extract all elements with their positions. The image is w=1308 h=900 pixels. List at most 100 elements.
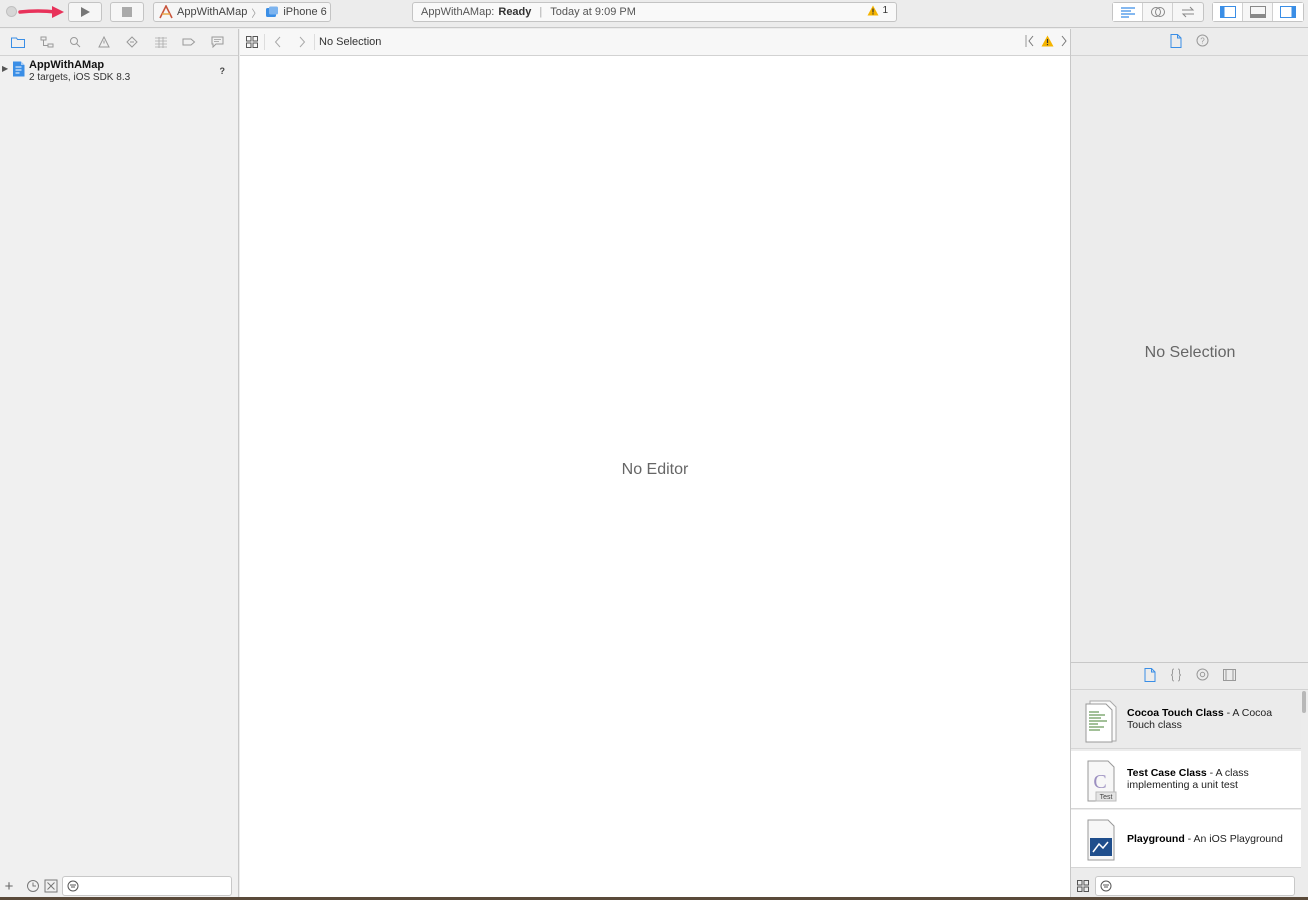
toggle-navigator-button[interactable] <box>1213 3 1243 21</box>
version-editor-button[interactable] <box>1173 3 1203 21</box>
jump-bar-title[interactable]: No Selection <box>319 36 381 48</box>
speech-bubble-icon <box>211 36 224 48</box>
back-button[interactable] <box>264 34 290 50</box>
forward-button[interactable] <box>290 36 314 48</box>
chevron-right-icon: 〉 <box>251 8 262 20</box>
project-file-icon <box>13 61 25 77</box>
grid-view-icon[interactable] <box>1077 880 1089 892</box>
media-library-tab[interactable] <box>1222 668 1236 684</box>
toolbar: AppWithAMap 〉 iPhone 6 AppWithAMap: Read… <box>0 0 1308 28</box>
braces-icon <box>1170 668 1181 681</box>
activity-status-label: Ready <box>498 6 532 18</box>
library-item-title: Playground <box>1127 833 1185 845</box>
quick-help-tab[interactable]: ? <box>1196 34 1209 50</box>
editor-area: No Selection No Editor <box>240 29 1070 900</box>
inspector-tabs: ? <box>1071 29 1308 56</box>
version-editor-icon <box>1181 6 1195 18</box>
library-pane: Cocoa Touch Class - A Cocoa Touch class … <box>1070 662 1308 900</box>
scheme-target-label: AppWithAMap <box>177 6 248 18</box>
breakpoint-icon <box>182 38 196 46</box>
annotation-arrow-icon <box>18 6 64 18</box>
svg-text:?: ? <box>1200 37 1205 46</box>
folder-icon <box>11 37 26 48</box>
debug-navigator-tab[interactable] <box>147 36 176 48</box>
playground-template-icon <box>1087 819 1115 861</box>
test-case-template-icon: C Test <box>1087 760 1117 802</box>
gauge-bars-icon <box>154 37 167 48</box>
navigator-pane: ▶ AppWithAMap 2 targets, iOS SDK 8.3 ? + <box>0 29 239 900</box>
scheme-selector[interactable]: AppWithAMap 〉 iPhone 6 <box>153 2 331 22</box>
activity-app-label: AppWithAMap: <box>421 6 495 18</box>
library-item-playground[interactable]: Playground - An iOS Playground <box>1071 810 1301 868</box>
add-button[interactable]: + <box>2 878 16 895</box>
search-icon <box>70 37 81 48</box>
assistant-editor-button[interactable] <box>1143 3 1173 21</box>
file-inspector-tab[interactable] <box>1170 33 1182 51</box>
warning-icon <box>867 5 879 16</box>
toggle-utilities-button[interactable] <box>1273 3 1303 21</box>
related-items-button[interactable] <box>240 36 264 48</box>
library-item-cocoa-touch-class[interactable]: Cocoa Touch Class - A Cocoa Touch class <box>1071 691 1301 749</box>
bottom-panel-icon <box>1249 6 1266 18</box>
symbol-navigator-tab[interactable] <box>33 36 62 48</box>
help-icon: ? <box>1196 34 1209 47</box>
circle-object-icon <box>1196 668 1208 681</box>
library-item-description: - An iOS Playground <box>1184 833 1283 845</box>
code-snippet-library-tab[interactable] <box>1170 668 1182 685</box>
library-item-text: Test Case Class - A class implementing a… <box>1127 767 1297 791</box>
next-issue-icon[interactable] <box>1060 34 1068 48</box>
jump-bar: No Selection <box>240 29 1070 56</box>
project-navigator-tab[interactable] <box>4 36 33 48</box>
project-name: AppWithAMap <box>29 59 105 71</box>
warning-outline-icon <box>97 36 110 48</box>
previous-issue-icon[interactable] <box>1025 34 1035 48</box>
object-library-tab[interactable] <box>1196 668 1209 684</box>
library-item-title: Test Case Class <box>1127 767 1207 779</box>
library-scrollbar[interactable] <box>1302 691 1306 713</box>
filter-icon <box>1100 880 1112 892</box>
activity-viewer: AppWithAMap: Ready | Today at 9:09 PM 1 <box>412 2 897 22</box>
stop-button[interactable] <box>110 2 144 22</box>
test-navigator-tab[interactable] <box>118 36 147 48</box>
report-navigator-tab[interactable] <box>204 36 233 48</box>
editor-mode-control <box>1112 2 1204 22</box>
warning-icon[interactable] <box>1041 35 1054 47</box>
no-selection-placeholder: No Selection <box>1144 344 1236 361</box>
filter-icon <box>67 880 79 892</box>
scheme-device-label: iPhone 6 <box>283 6 327 18</box>
disclosure-triangle-icon[interactable]: ▶ <box>2 64 8 73</box>
chevron-right-icon <box>299 36 306 48</box>
recent-files-icon[interactable] <box>26 879 40 893</box>
chevron-left-icon <box>274 36 280 48</box>
file-template-library-tab[interactable] <box>1144 667 1156 685</box>
no-editor-placeholder: No Editor <box>621 461 689 478</box>
library-filter-field[interactable] <box>1095 876 1295 896</box>
left-panel-icon <box>1219 6 1236 18</box>
run-button[interactable] <box>68 2 102 22</box>
unsaved-files-icon[interactable] <box>44 879 58 893</box>
document-icon <box>1144 667 1155 682</box>
right-panel-icon <box>1280 6 1296 18</box>
issue-navigator-tab[interactable] <box>90 36 119 48</box>
library-item-text: Cocoa Touch Class - A Cocoa Touch class <box>1127 707 1297 731</box>
standard-editor-icon <box>1120 7 1135 18</box>
issue-stepper <box>1025 34 1068 48</box>
standard-editor-button[interactable] <box>1113 3 1143 21</box>
activity-time-label: Today at 9:09 PM <box>550 6 636 18</box>
activity-separator: | <box>539 6 543 18</box>
hierarchy-icon <box>40 36 54 48</box>
library-item-text: Playground - An iOS Playground <box>1127 833 1297 845</box>
library-item-test-case-class[interactable]: C Test Test Case Class - A class impleme… <box>1071 751 1301 809</box>
project-tree-item[interactable]: ▶ AppWithAMap 2 targets, iOS SDK 8.3 ? <box>0 58 238 86</box>
breakpoint-navigator-tab[interactable] <box>175 36 204 48</box>
toggle-debug-area-button[interactable] <box>1243 3 1273 21</box>
source-control-status: ? <box>219 66 226 76</box>
warning-indicator[interactable]: 1 <box>867 5 888 16</box>
assistant-editor-icon <box>1150 7 1165 17</box>
navigator-filter-field[interactable] <box>62 876 232 896</box>
find-navigator-tab[interactable] <box>61 36 90 48</box>
window-close-button[interactable] <box>6 6 17 17</box>
diamond-icon <box>126 36 138 48</box>
warning-count: 1 <box>882 5 888 16</box>
svg-text:Test: Test <box>1100 794 1113 801</box>
